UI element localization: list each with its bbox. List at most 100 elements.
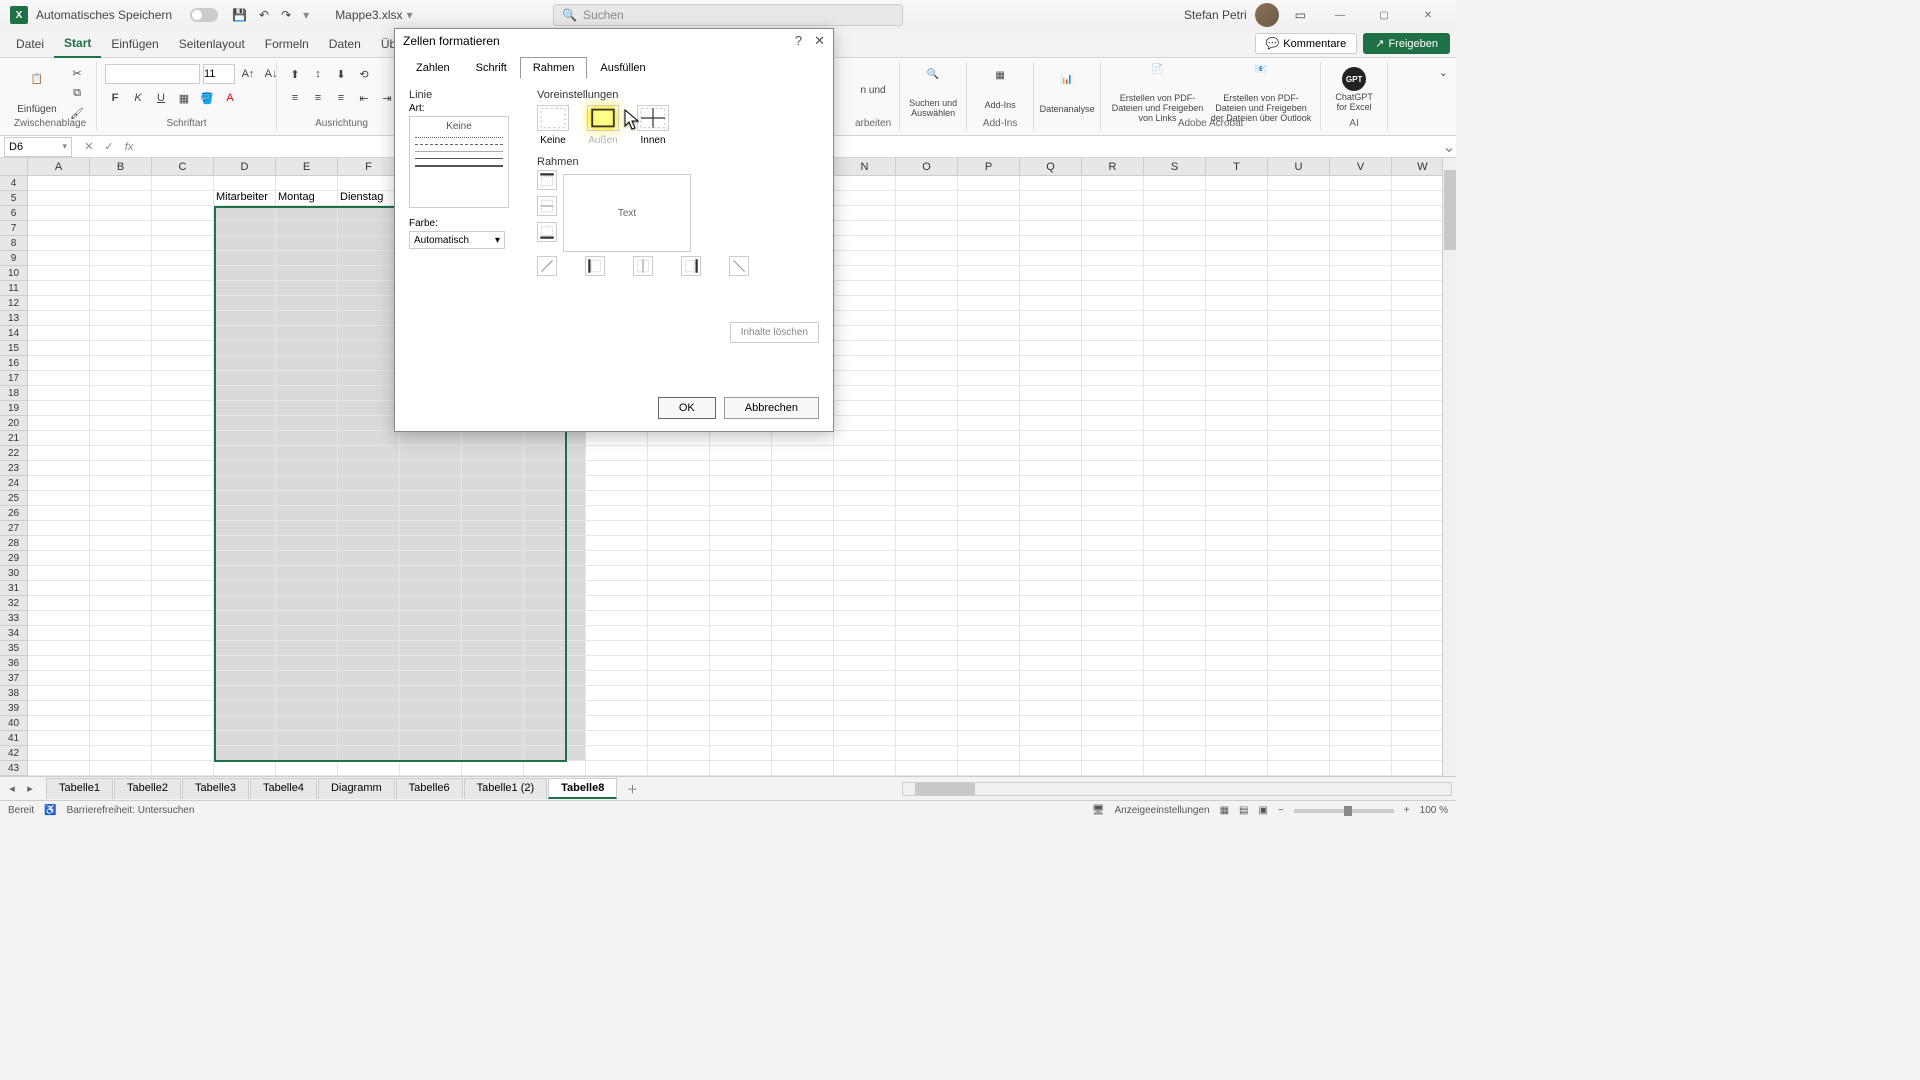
cell[interactable] [1330,251,1392,266]
cell[interactable] [896,701,958,716]
cell[interactable] [834,596,896,611]
cell[interactable] [772,686,834,701]
cell[interactable] [90,431,152,446]
cell[interactable] [1206,401,1268,416]
row-header[interactable]: 21 [0,431,28,446]
cell[interactable] [1020,386,1082,401]
cell[interactable] [214,446,276,461]
cell[interactable] [28,461,90,476]
cell[interactable] [834,611,896,626]
cell[interactable] [1144,206,1206,221]
cell[interactable] [400,716,462,731]
cell[interactable] [28,611,90,626]
cell[interactable] [214,476,276,491]
cell[interactable] [338,401,400,416]
cell[interactable] [462,656,524,671]
cell[interactable] [1206,731,1268,746]
cell[interactable] [958,221,1020,236]
cell[interactable] [896,461,958,476]
cell[interactable] [214,506,276,521]
cell[interactable] [90,671,152,686]
row-header[interactable]: 6 [0,206,28,221]
cell[interactable] [586,716,648,731]
cell[interactable] [276,176,338,191]
cell[interactable] [1144,176,1206,191]
cell[interactable] [958,236,1020,251]
cell[interactable] [1144,446,1206,461]
cell[interactable] [524,491,586,506]
row-header[interactable]: 9 [0,251,28,266]
cell[interactable] [400,581,462,596]
cell[interactable] [462,446,524,461]
cell[interactable] [276,761,338,776]
cell[interactable] [834,716,896,731]
dialog-tab-ausfuellen[interactable]: Ausfüllen [587,57,658,79]
cell[interactable] [1144,611,1206,626]
cell[interactable] [1206,341,1268,356]
cell[interactable] [276,371,338,386]
cell[interactable] [214,431,276,446]
cell[interactable] [1268,326,1330,341]
cell[interactable] [28,401,90,416]
cell[interactable] [834,536,896,551]
cell[interactable] [710,476,772,491]
row-header[interactable]: 31 [0,581,28,596]
cell[interactable] [276,551,338,566]
cell[interactable] [1020,611,1082,626]
dialog-tab-schrift[interactable]: Schrift [463,57,520,79]
cell[interactable] [958,431,1020,446]
cell[interactable]: Mitarbeiter [214,191,276,206]
cell[interactable] [1144,341,1206,356]
cell[interactable] [1020,236,1082,251]
data-analysis-button[interactable]: 📊 Datenanalyse [1042,64,1092,124]
cell[interactable] [338,446,400,461]
cell[interactable] [152,551,214,566]
align-top-button[interactable]: ⬆ [285,64,305,84]
cell[interactable] [276,326,338,341]
cell[interactable] [586,536,648,551]
increase-font-button[interactable]: A↑ [238,64,258,84]
cell[interactable] [338,671,400,686]
cell[interactable] [276,386,338,401]
cell[interactable] [1144,626,1206,641]
cell[interactable] [772,641,834,656]
cell[interactable] [400,686,462,701]
cell[interactable] [1020,221,1082,236]
cell[interactable] [958,356,1020,371]
cell[interactable] [896,446,958,461]
preset-outer-button[interactable]: Außen [587,105,619,146]
cell[interactable] [28,566,90,581]
zoom-out-button[interactable]: − [1278,805,1284,816]
cell[interactable] [648,731,710,746]
cell[interactable] [152,236,214,251]
cell[interactable] [772,716,834,731]
cell[interactable] [462,686,524,701]
cell[interactable] [276,416,338,431]
cell[interactable] [1268,251,1330,266]
cell[interactable] [276,221,338,236]
cell[interactable] [1268,341,1330,356]
cell[interactable] [772,581,834,596]
cell[interactable] [1268,461,1330,476]
preset-none-button[interactable]: Keine [537,105,569,146]
cell[interactable] [338,551,400,566]
border-diag-down-button[interactable] [729,256,749,276]
cell[interactable] [90,401,152,416]
cell[interactable] [958,401,1020,416]
cell[interactable] [1082,356,1144,371]
cell[interactable] [1330,386,1392,401]
cell[interactable] [586,446,648,461]
cell[interactable] [772,611,834,626]
cell[interactable] [90,701,152,716]
cell[interactable] [338,461,400,476]
minimize-button[interactable]: — [1322,1,1358,29]
cell[interactable] [90,191,152,206]
cell[interactable] [338,326,400,341]
cell[interactable] [1020,326,1082,341]
cell[interactable] [1206,641,1268,656]
cell[interactable] [648,716,710,731]
column-header[interactable]: F [338,158,400,175]
cell[interactable] [896,311,958,326]
cell[interactable] [1020,461,1082,476]
cell[interactable] [524,431,586,446]
